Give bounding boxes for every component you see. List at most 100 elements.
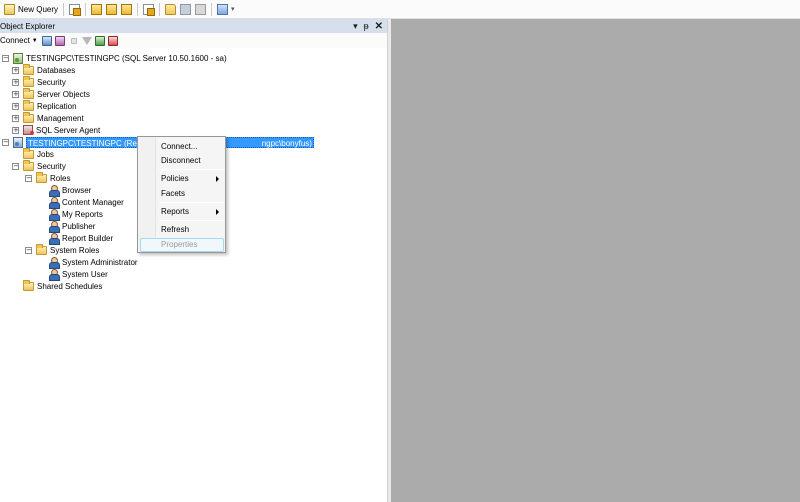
tree-node-label: Jobs (37, 149, 54, 159)
server-icon (13, 52, 23, 64)
open-file-button[interactable] (163, 2, 178, 17)
collapse-toggle-icon[interactable]: − (2, 138, 9, 146)
expand-toggle-icon[interactable]: + (12, 66, 19, 74)
disconnect-icon[interactable] (54, 35, 65, 46)
collapse-toggle-icon[interactable]: − (12, 162, 19, 170)
tree-node-role-system-user[interactable]: System User (49, 268, 108, 281)
menu-item-label: Connect... (161, 142, 198, 151)
collapse-toggle-icon[interactable]: − (25, 174, 32, 182)
tree-node-replication[interactable]: + Replication (12, 99, 77, 112)
sql-compact-query-button[interactable] (141, 2, 156, 17)
window-position-dropdown-icon[interactable]: ▾ (353, 21, 358, 31)
connect-object-explorer-icon[interactable] (41, 35, 52, 46)
menu-item-label: Reports (161, 207, 190, 216)
tree-node-label: System User (62, 269, 108, 279)
save-icon (180, 3, 192, 15)
menu-item-label: Disconnect (161, 156, 201, 165)
analysis-dmx-query-button[interactable] (104, 2, 119, 17)
connect-dropdown-button[interactable]: Connect (0, 36, 30, 45)
activity-monitor-icon (217, 3, 229, 15)
menu-item-label: Facets (161, 189, 186, 198)
folder-icon (36, 171, 47, 183)
menu-item-facets[interactable]: Facets (161, 187, 225, 200)
expand-toggle-icon[interactable]: + (12, 114, 19, 122)
tree-node-label: My Reports (62, 209, 103, 219)
start-powershell-icon[interactable] (107, 35, 118, 46)
tree-node-system-roles[interactable]: − System Roles (25, 243, 99, 256)
tree-node-label: Shared Schedules (37, 281, 103, 291)
tree-node-role-my-reports[interactable]: My Reports (49, 208, 103, 221)
tree-node-role-browser[interactable]: Browser (49, 184, 91, 197)
tree-node-shared-schedules[interactable]: Shared Schedules (23, 279, 103, 292)
expand-toggle-icon[interactable]: + (12, 126, 19, 134)
role-icon (49, 269, 60, 281)
toolbar-separator (137, 2, 139, 16)
tree-node-sql-server-agent[interactable]: + SQL Server Agent (12, 124, 100, 136)
role-icon (49, 197, 60, 209)
tree-node-server-objects[interactable]: + Server Objects (12, 87, 90, 100)
expand-toggle-icon[interactable]: + (12, 78, 19, 86)
print-button[interactable] (193, 2, 208, 17)
role-icon (49, 257, 60, 269)
close-icon[interactable]: ✕ (375, 21, 383, 31)
tree-node-label: Content Manager (62, 197, 124, 207)
activity-monitor-button[interactable] (215, 2, 230, 17)
folder-icon (23, 111, 34, 123)
folder-icon (23, 87, 34, 99)
new-query-button[interactable]: New Query (2, 2, 60, 17)
expand-toggle-icon[interactable]: + (12, 102, 19, 110)
database-engine-query-button[interactable] (67, 2, 82, 17)
server-label-part: ngpc\bonyfus) (261, 138, 312, 148)
report-server-icon (13, 136, 23, 148)
tree-node-databases[interactable]: + Databases (12, 63, 75, 76)
tree-node-label: Security (37, 77, 66, 87)
tree-node-role-publisher[interactable]: Publisher (49, 220, 95, 233)
tree-node-roles[interactable]: − Roles (25, 171, 71, 184)
tree-node-label: System Administrator (62, 257, 138, 267)
standard-toolbar: New Query ▾ (0, 0, 800, 19)
menu-item-label: Refresh (161, 225, 190, 234)
tree-node-jobs[interactable]: Jobs (23, 147, 54, 160)
tree-node-label: Roles (50, 173, 71, 183)
toolbar-overflow-icon[interactable]: ▾ (231, 5, 235, 13)
collapse-toggle-icon[interactable]: − (2, 54, 9, 62)
filter-icon[interactable] (81, 36, 92, 45)
menu-item-policies[interactable]: Policies (161, 172, 225, 185)
toolbar-separator (159, 2, 161, 16)
menu-item-refresh[interactable]: Refresh (161, 223, 225, 236)
menu-item-disconnect[interactable]: Disconnect (161, 154, 225, 167)
tree-node-security[interactable]: + Security (12, 75, 66, 88)
submenu-arrow-icon (216, 209, 219, 215)
refresh-icon[interactable] (94, 35, 105, 46)
context-menu: Connect... Disconnect Policies Facets Re… (137, 136, 226, 253)
tree-node-role-content-manager[interactable]: Content Manager (49, 196, 124, 209)
auto-hide-pin-icon[interactable]: ᵽ (364, 21, 369, 31)
tree-node-label: Report Builder (62, 233, 114, 243)
stop-icon[interactable] (70, 37, 77, 44)
role-icon (49, 185, 60, 197)
collapse-toggle-icon[interactable]: − (25, 246, 32, 254)
menu-separator (159, 169, 225, 170)
object-explorer-title-bar: Object Explorer ▾ ᵽ ✕ (0, 19, 387, 33)
menu-item-connect[interactable]: Connect... (161, 140, 225, 153)
tree-node-role-report-builder[interactable]: Report Builder (49, 232, 114, 245)
tree-node-server-sql[interactable]: − TESTINGPC\TESTINGPC (SQL Server 10.50.… (2, 52, 227, 64)
menu-icon-gutter (138, 137, 156, 252)
analysis-xmla-query-button[interactable] (119, 2, 134, 17)
toolbar-separator (211, 2, 213, 16)
tree-node-rs-security[interactable]: − Security (12, 159, 66, 172)
tree-node-role-system-administrator[interactable]: System Administrator (49, 256, 138, 269)
menu-item-properties[interactable]: Properties (161, 238, 225, 251)
tree-node-management[interactable]: + Management (12, 111, 84, 124)
menu-item-label: Properties (161, 240, 198, 249)
server-label: TESTINGPC\TESTINGPC (SQL Server 10.50.16… (26, 53, 227, 63)
open-file-icon (165, 3, 177, 15)
save-button[interactable] (178, 2, 193, 17)
analysis-mdx-icon (91, 3, 103, 15)
tree-node-label: SQL Server Agent (36, 125, 101, 135)
expand-toggle-icon[interactable]: + (12, 90, 19, 98)
analysis-mdx-query-button[interactable] (89, 2, 104, 17)
menu-item-reports[interactable]: Reports (161, 205, 225, 218)
chevron-down-icon[interactable]: ▼ (32, 38, 38, 44)
object-explorer-panel: Object Explorer ▾ ᵽ ✕ Connect ▼ − TESTIN… (0, 19, 388, 502)
